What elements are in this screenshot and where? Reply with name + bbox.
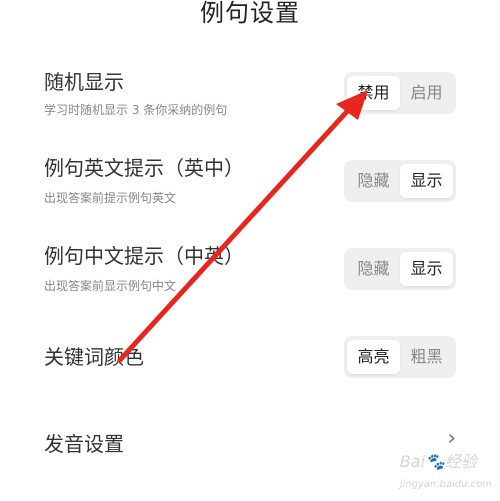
arrow-shaft (117, 103, 355, 363)
annotation-arrow (117, 90, 368, 363)
baidu-watermark: Bai🐾经验 jingyan.baidu.com (399, 452, 492, 490)
